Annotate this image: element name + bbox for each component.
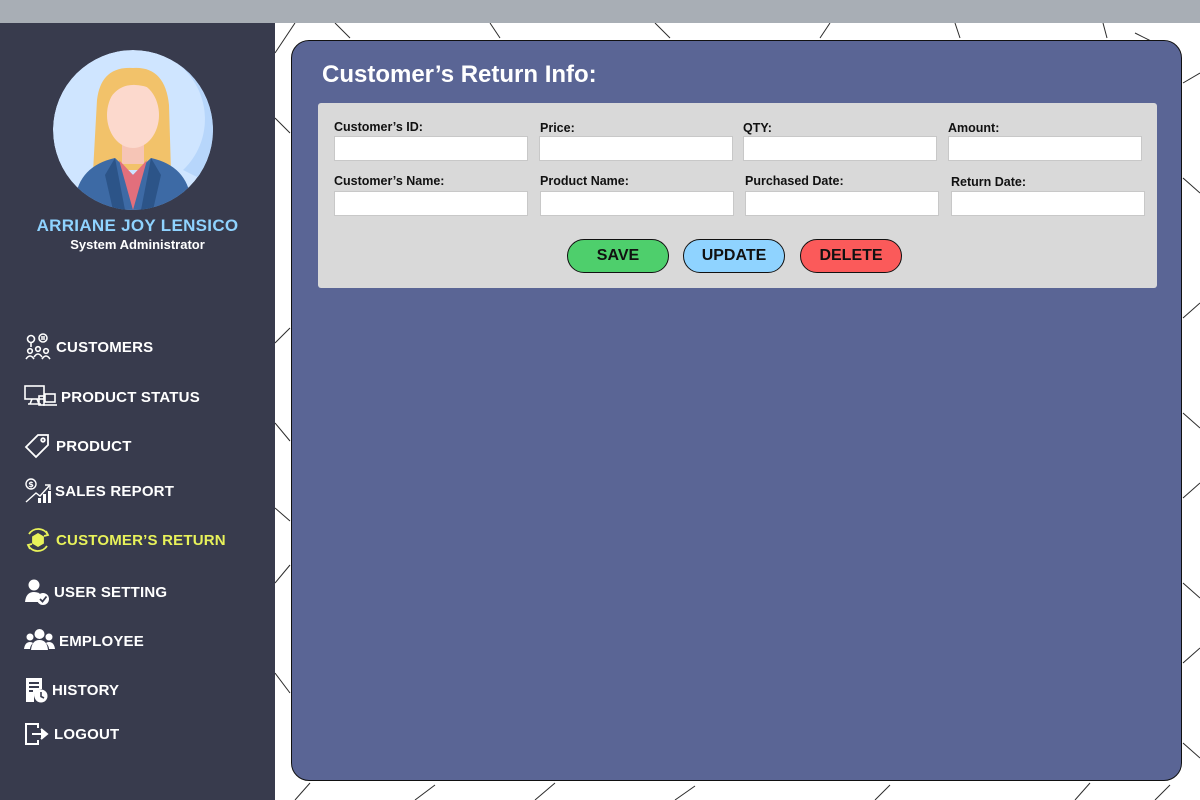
delete-button[interactable]: DELETE (800, 239, 902, 273)
return-form: Customer’s ID: Price: QTY: Amount: Custo… (318, 103, 1157, 288)
nav-product-status-label: PRODUCT STATUS (61, 388, 200, 406)
return-date-label: Return Date: (951, 175, 1027, 189)
update-button[interactable]: UPDATE (683, 239, 785, 273)
sidebar: ARRIANE JOY LENSICO System Administrator… (0, 23, 275, 800)
qty-label: QTY: (743, 121, 772, 135)
nav-sales-report[interactable]: $ SALES REPORT (24, 478, 174, 504)
nav-product-status[interactable]: PRODUCT STATUS (24, 384, 200, 410)
customers-icon (25, 333, 51, 360)
nav-history-label: HISTORY (52, 681, 120, 699)
purchased-date-input[interactable] (745, 191, 939, 216)
nav-customers-return[interactable]: CUSTOMER’S RETURN (24, 526, 226, 554)
user-role: System Administrator (70, 237, 205, 252)
nav-sales-report-label: SALES REPORT (55, 482, 175, 500)
price-input[interactable] (539, 136, 733, 161)
nav-history[interactable]: HISTORY (24, 676, 119, 704)
nav-product[interactable]: PRODUCT (24, 433, 132, 459)
avatar (53, 50, 213, 210)
page-title: Customer’s Return Info: (322, 61, 597, 88)
amount-input[interactable] (948, 136, 1142, 161)
window-top-bar (0, 0, 1200, 23)
save-button[interactable]: SAVE (567, 239, 669, 273)
sales-chart-icon: $ (25, 478, 51, 503)
nav-logout[interactable]: LOGOUT (24, 722, 119, 746)
group-icon (24, 629, 55, 650)
user-check-icon (25, 579, 49, 605)
user-name: ARRIANE JOY LENSICO (36, 216, 239, 235)
product-name-label: Product Name: (540, 174, 629, 188)
product-name-input[interactable] (540, 191, 734, 216)
nav-customers-label: CUSTOMERS (56, 338, 154, 356)
return-date-input[interactable] (951, 191, 1145, 216)
nav-employee-label: EMPLOYEE (59, 632, 144, 650)
user-avatar-icon (53, 50, 213, 210)
customer-name-input[interactable] (334, 191, 528, 216)
nav-logout-label: LOGOUT (54, 725, 120, 743)
return-info-panel: Customer’s Return Info: Customer’s ID: P… (291, 40, 1182, 781)
nav-user-setting[interactable]: USER SETTING (24, 578, 167, 606)
tag-icon (24, 434, 49, 459)
nav-user-setting-label: USER SETTING (54, 583, 168, 601)
nav-customers[interactable]: CUSTOMERS (24, 333, 153, 361)
amount-label: Amount: (948, 121, 1000, 135)
nav-employee[interactable]: EMPLOYEE (24, 628, 144, 654)
logout-icon (25, 723, 49, 745)
price-label: Price: (540, 121, 575, 135)
customer-id-label: Customer’s ID: (334, 120, 423, 134)
svg-text:$: $ (28, 480, 34, 489)
customer-id-input[interactable] (334, 136, 528, 161)
monitor-devices-icon (24, 385, 57, 406)
history-icon (26, 678, 48, 703)
nav-product-label: PRODUCT (56, 437, 132, 455)
return-box-icon (26, 528, 50, 552)
nav-customers-return-label: CUSTOMER’S RETURN (56, 531, 226, 549)
customer-name-label: Customer’s Name: (334, 174, 445, 188)
purchased-date-label: Purchased Date: (745, 174, 844, 188)
qty-input[interactable] (743, 136, 937, 161)
